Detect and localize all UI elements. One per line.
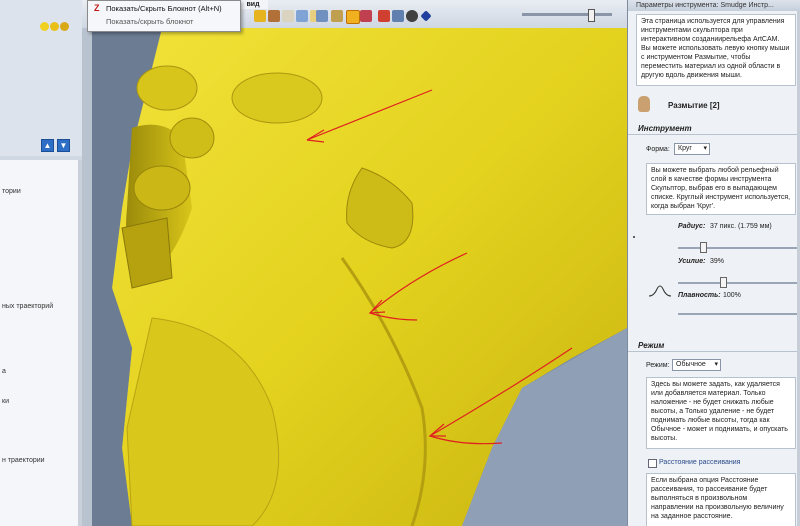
list-item[interactable]: н траектории: [2, 457, 45, 464]
scatter-help-box: Если выбрана опция Расстояние рассеивани…: [646, 473, 796, 526]
falloff-curve-icon: [648, 285, 672, 297]
shape-select[interactable]: Круг: [674, 143, 710, 155]
radius-slider[interactable]: [678, 247, 798, 249]
intro-text: Эта страница используется для управления…: [641, 18, 790, 79]
menu-item-description: Показать/скрыть блокнот: [106, 17, 194, 26]
relief-icon[interactable]: [40, 22, 49, 31]
arrow-down-icon[interactable]: ▼: [57, 139, 70, 152]
toolbar-slider-thumb[interactable]: [588, 9, 595, 22]
notebook-icon: Z: [94, 3, 100, 13]
3d-viewport[interactable]: [92, 28, 627, 526]
smoothness-label: Плавность:: [678, 292, 721, 299]
strength-label: Усилие:: [678, 258, 706, 265]
tab-view[interactable]: вид: [238, 0, 268, 9]
smudge-icon[interactable]: [346, 10, 360, 24]
panel-title: Параметры инструмента: Smudge Инстр...: [628, 0, 800, 11]
relief-icon[interactable]: [60, 22, 69, 31]
section-tool-header: Инструмент: [628, 124, 800, 135]
section-mode-header: Режим: [628, 341, 800, 352]
paint-icon[interactable]: [392, 10, 404, 22]
strength-slider[interactable]: [678, 282, 798, 284]
relief-knot: [231, 72, 323, 124]
radius-label: Радиус:: [678, 223, 706, 230]
left-panel: ▲ ▼ тории ных траекторий а ки н траектор…: [0, 0, 83, 526]
smooth-icon[interactable]: [296, 10, 308, 22]
smoothness-slider[interactable]: [678, 313, 798, 315]
list-item[interactable]: ки: [2, 398, 9, 405]
relief-render[interactable]: [92, 28, 627, 526]
relief-braid: [136, 65, 198, 111]
scatter-label[interactable]: Расстояние рассеивания: [659, 459, 740, 466]
smoothness-value: 100%: [723, 292, 741, 299]
scatter-help-text: Если выбрана опция Расстояние рассеивани…: [651, 477, 784, 520]
brush-icon[interactable]: [268, 10, 280, 22]
list-item[interactable]: тории: [2, 188, 21, 195]
diamond-icon[interactable]: [420, 10, 432, 22]
viewport-frame: [82, 28, 92, 526]
mode-select[interactable]: Обычное: [672, 359, 721, 371]
radius-value: 37 пикс. (1.759 мм): [710, 223, 772, 230]
stamp-icon[interactable]: [378, 10, 390, 22]
toolbar-icons[interactable]: [40, 22, 70, 34]
mode-label: Режим:: [646, 362, 670, 369]
relief-tool-icon[interactable]: [316, 10, 328, 22]
dot-icon: [633, 236, 635, 238]
menu-item-label: Показать/Скрыть Блокнот (Alt+N): [106, 4, 222, 13]
context-popup: Z Показать/Скрыть Блокнот (Alt+N) Показа…: [87, 0, 241, 32]
strength-slider-thumb[interactable]: [720, 277, 727, 288]
radius-slider-thumb[interactable]: [700, 242, 707, 253]
carve-icon[interactable]: [360, 10, 372, 22]
face-icon[interactable]: [406, 10, 418, 22]
shape-help-box: Вы можете выбрать любой рельефный слой в…: [646, 163, 796, 215]
pencil-icon[interactable]: [254, 10, 266, 22]
mode-help-text: Здесь вы можете задать, как удаляется ил…: [651, 381, 788, 442]
tool-name: Размытие [2]: [668, 101, 720, 110]
toolbar-slider[interactable]: [522, 13, 612, 16]
list-item[interactable]: ных траекторий: [2, 303, 53, 310]
relief-icon[interactable]: [50, 22, 59, 31]
relief-braid: [133, 165, 191, 211]
shape-label: Форма:: [646, 146, 670, 153]
scatter-checkbox[interactable]: [648, 459, 657, 468]
arrow-up-icon[interactable]: ▲: [41, 139, 54, 152]
menu-item-toggle-notebook[interactable]: Z Показать/Скрыть Блокнот (Alt+N): [92, 3, 236, 14]
strength-value: 39%: [710, 258, 725, 265]
eraser-icon[interactable]: [282, 10, 294, 22]
tool-parameters-panel: Параметры инструмента: Smudge Инстр... Э…: [627, 0, 800, 526]
toolpath-list[interactable]: тории ных траекторий а ки н траектории: [0, 160, 82, 526]
mode-help-box: Здесь вы можете задать, как удаляется ил…: [646, 377, 796, 449]
shape-help-text: Вы можете выбрать любой рельефный слой в…: [651, 167, 791, 210]
relief-braid: [169, 117, 215, 159]
intro-box: Эта страница используется для управления…: [636, 14, 796, 86]
finger-icon: [638, 96, 650, 112]
deposit-icon[interactable]: [331, 10, 343, 22]
list-item[interactable]: а: [2, 368, 6, 375]
